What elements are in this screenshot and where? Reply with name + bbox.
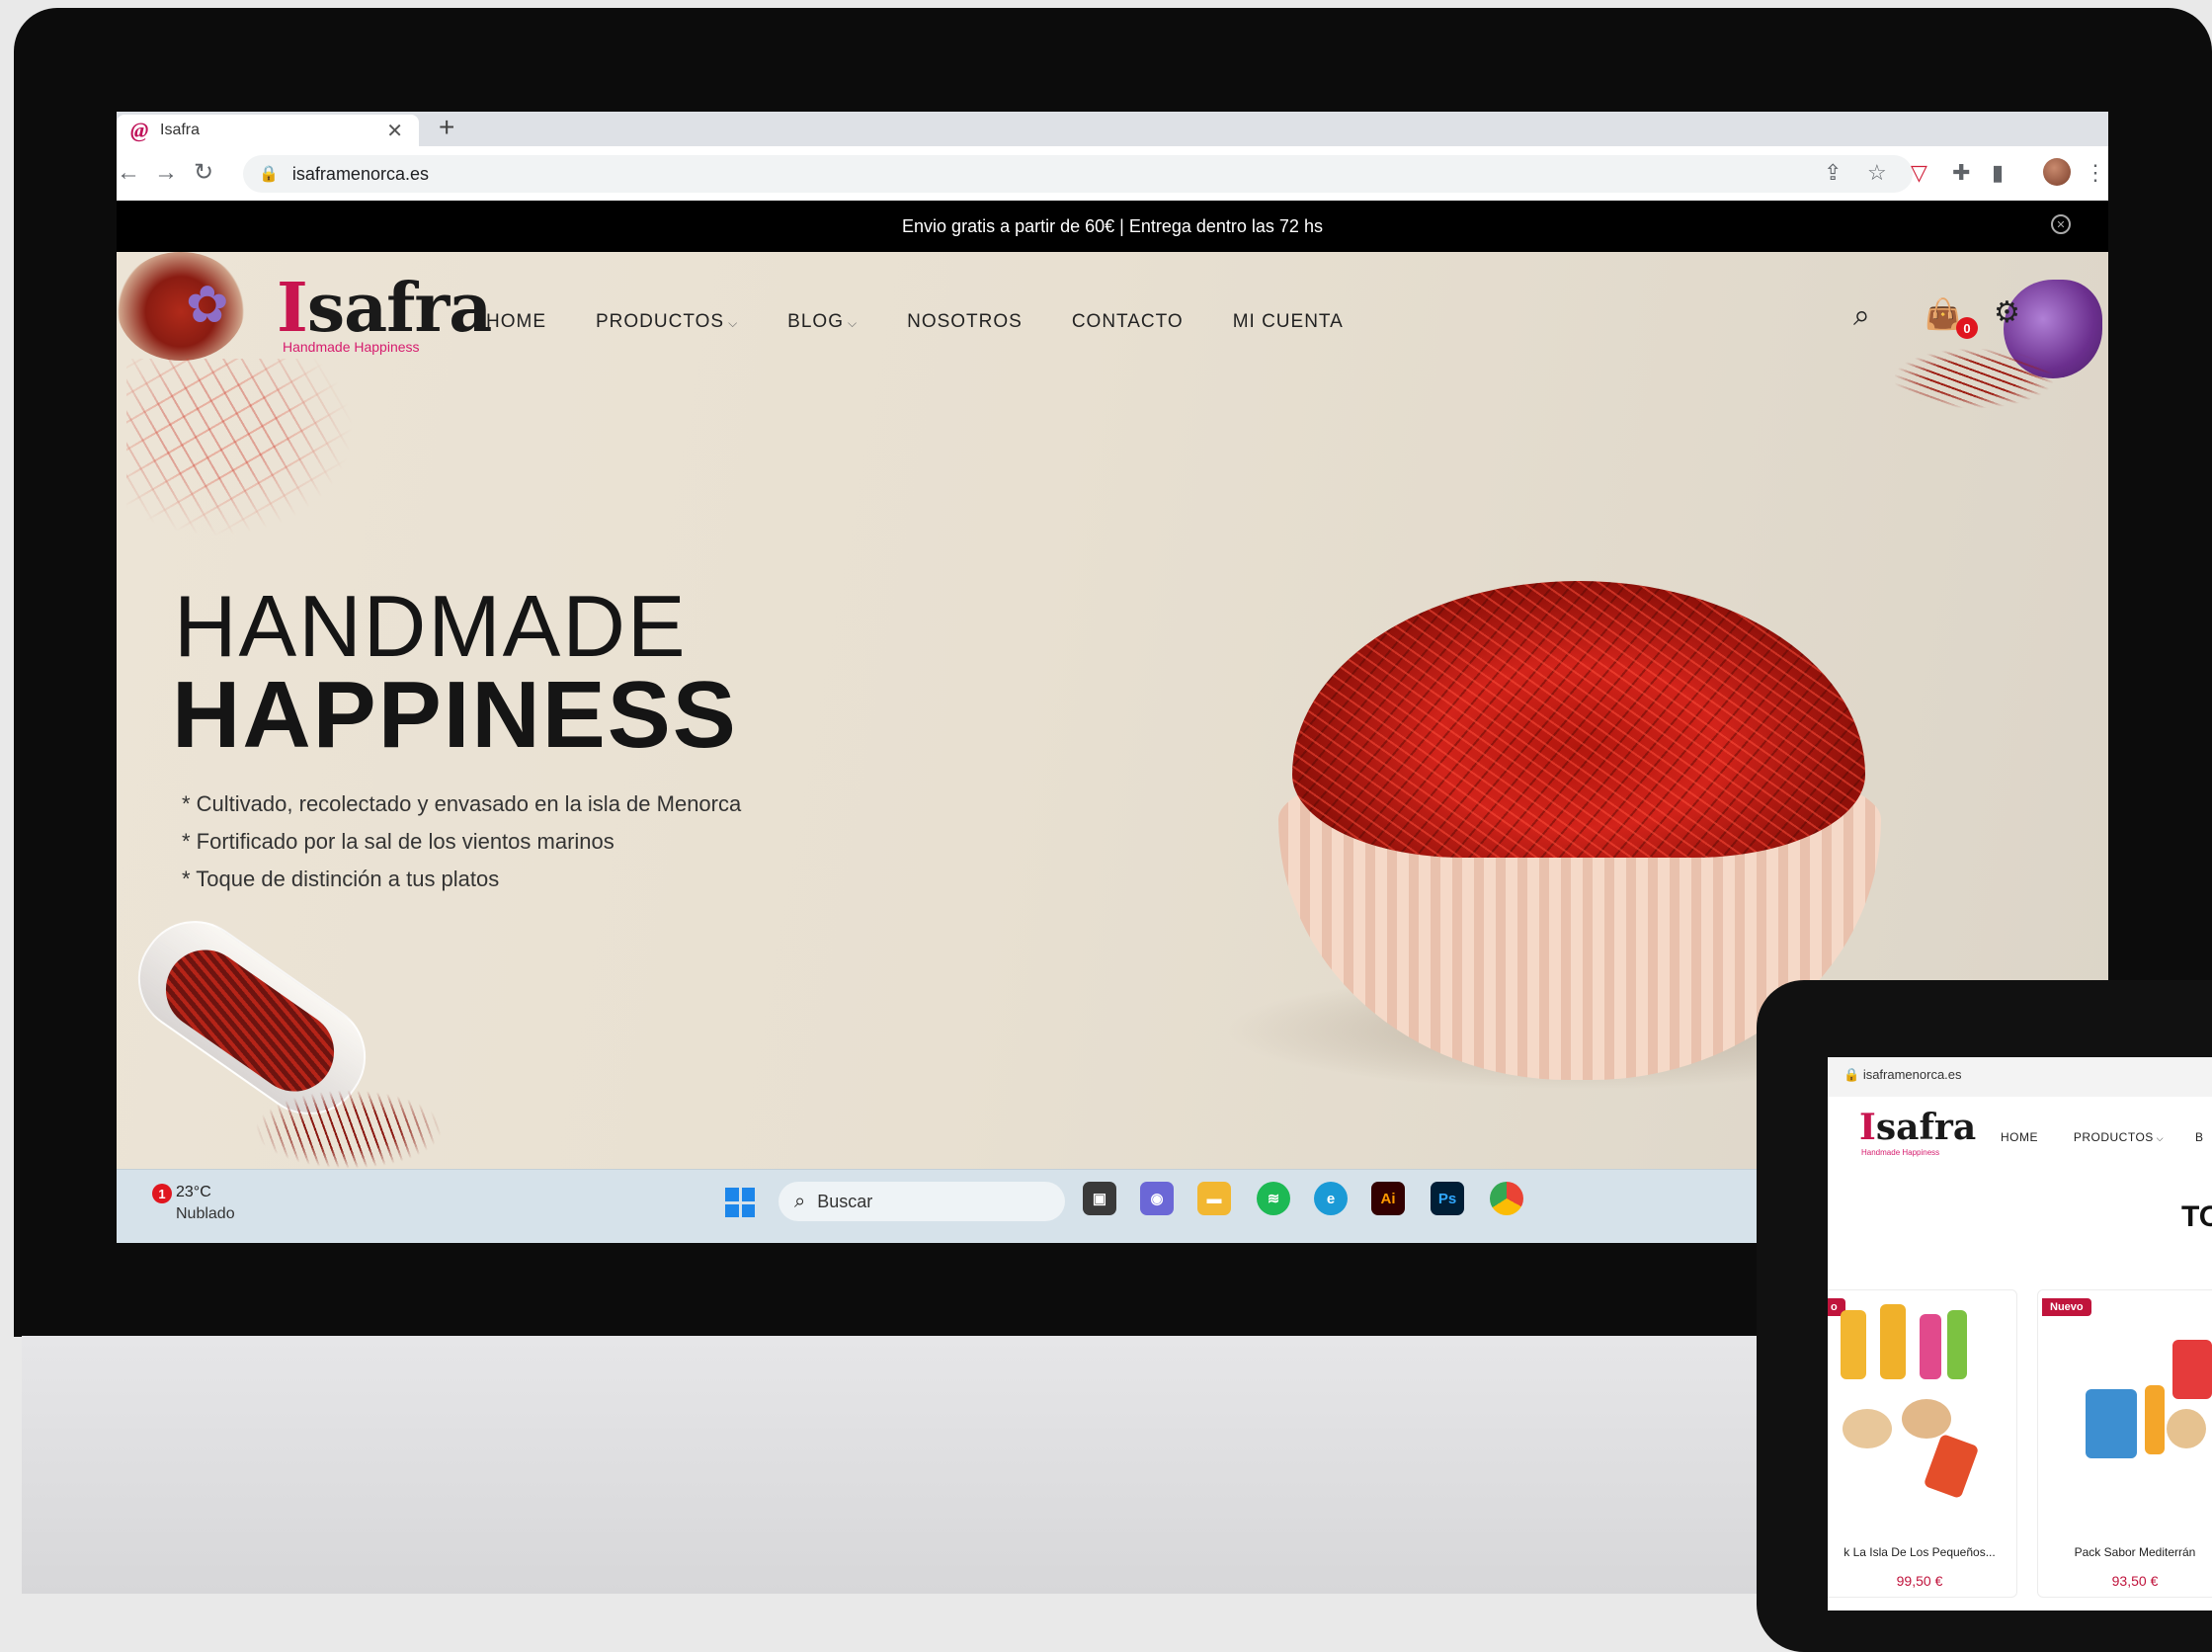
profile-avatar[interactable] — [2043, 158, 2071, 186]
tablet-menu-item-home[interactable]: HOME — [2001, 1130, 2038, 1144]
product-price: 93,50 € — [2111, 1573, 2159, 1589]
settings-gear-icon[interactable]: ⚙ — [1994, 295, 2020, 330]
spilled-saffron-image — [255, 1090, 443, 1169]
forward-icon[interactable]: → — [154, 158, 178, 188]
illustrator-icon[interactable]: Ai — [1371, 1182, 1405, 1215]
hero-bullet: * Cultivado, recolectado y envasado en l… — [182, 791, 742, 816]
chevron-down-icon: ⌵ — [847, 316, 859, 330]
hero-bullet: * Fortificado por la sal de los vientos … — [182, 829, 614, 854]
tab-title: Isafra — [160, 122, 201, 138]
product-image — [1920, 1314, 1941, 1379]
new-tab-icon[interactable]: + — [439, 112, 454, 143]
menu-item-nosotros[interactable]: NOSOTROS — [907, 311, 1023, 333]
browser-tab[interactable]: @ Isafra ✕ — [117, 115, 419, 146]
tablet-address-bar[interactable]: 🔒 isaframenorca.es — [1828, 1057, 2212, 1097]
spotify-icon[interactable]: ≋ — [1257, 1182, 1290, 1215]
search-icon[interactable]: ⌕ — [1853, 299, 1870, 333]
side-panel-icon[interactable]: ▮ — [1992, 159, 2004, 187]
close-tab-icon[interactable]: ✕ — [386, 119, 403, 143]
address-bar[interactable]: 🔒 isaframenorca.es — [243, 155, 1913, 193]
product-image — [1843, 1409, 1892, 1448]
product-card[interactable]: Nuevo Pack Sabor Mediterrán 93,50 € — [2037, 1289, 2212, 1598]
tablet-logo-tagline: Handmade Happiness — [1861, 1148, 1940, 1157]
address-url: isaframenorca.es — [291, 163, 429, 184]
announcement-text: Envio gratis a partir de 60€ | Entrega d… — [902, 215, 1323, 236]
saffron-mound-texture — [1292, 581, 1865, 858]
browser-toolbar: ← → ↻ 🔒 isaframenorca.es ⇪ ☆ ▽ ✚ ▮ ⋮ — [117, 146, 2108, 201]
browser-tab-strip: @ Isafra ✕ + — [117, 112, 2108, 146]
lock-icon: 🔒 — [259, 166, 279, 183]
lock-icon: 🔒 — [1843, 1067, 1863, 1082]
hero-bullet-list: * Cultivado, recolectado y envasado en l… — [182, 785, 741, 898]
tablet-menu-item-productos[interactable]: PRODUCTOS — [2074, 1130, 2154, 1144]
hero-title-line2: HAPPINESS — [172, 662, 738, 768]
product-image — [2172, 1340, 2212, 1399]
search-icon: ⌕ — [794, 1190, 806, 1212]
taskbar-search-label: Buscar — [817, 1191, 873, 1211]
tablet-menu: HOME PRODUCTOS ⌵ B — [2001, 1130, 2204, 1144]
product-name[interactable]: k La Isla De Los Pequeños... — [1828, 1545, 2016, 1559]
product-badge-new: Nuevo — [2042, 1298, 2091, 1316]
site-header: Isafra Handmade Happiness HOME PRODUCTOS… — [117, 252, 2108, 390]
file-explorer-icon[interactable]: ▬ — [1197, 1182, 1231, 1215]
tablet-menu-item-blog[interactable]: B — [2195, 1130, 2204, 1144]
product-card[interactable]: o k La Isla De Los Pequeños... 99,50 € — [1828, 1289, 2017, 1598]
product-price: 99,50 € — [1896, 1573, 1943, 1589]
site-logo[interactable]: Isafra Handmade Happiness — [277, 274, 492, 355]
product-image — [1880, 1304, 1906, 1379]
site-favicon-icon: @ — [130, 118, 149, 142]
taskbar-search[interactable]: ⌕ Buscar — [778, 1182, 1065, 1221]
bookmark-star-icon[interactable]: ☆ — [1867, 159, 1887, 187]
announcement-bar: Envio gratis a partir de 60€ | Entrega d… — [117, 201, 2108, 252]
tablet-site-logo[interactable]: Isafra — [1859, 1107, 1976, 1148]
main-menu: HOME PRODUCTOS ⌵ BLOG ⌵ NOSOTROS CONTACTO … — [486, 311, 1344, 333]
close-announcement-icon[interactable]: ✕ — [2051, 214, 2071, 234]
weather-temperature[interactable]: 23°C — [176, 1184, 211, 1201]
share-icon[interactable]: ⇪ — [1824, 159, 1842, 187]
product-image — [1841, 1310, 1866, 1379]
edge-icon[interactable]: e — [1314, 1182, 1348, 1215]
product-image — [1902, 1399, 1951, 1439]
product-image — [2167, 1409, 2206, 1448]
logo-initial: I — [277, 269, 308, 348]
chat-icon[interactable]: ◉ — [1140, 1182, 1174, 1215]
menu-item-home[interactable]: HOME — [486, 311, 546, 333]
photoshop-icon[interactable]: Ps — [1431, 1182, 1464, 1215]
tablet-section-heading: TO — [2181, 1200, 2212, 1233]
menu-item-contacto[interactable]: CONTACTO — [1072, 311, 1184, 333]
tablet-screen: 🔒 isaframenorca.es Isafra Handmade Happi… — [1828, 1057, 2212, 1611]
product-image — [1947, 1310, 1967, 1379]
product-image — [2086, 1389, 2137, 1458]
extensions-icon[interactable]: ✚ — [1952, 159, 1970, 187]
cart-count-badge: 0 — [1956, 317, 1978, 339]
tablet-site-header: Isafra Handmade Happiness HOME PRODUCTOS… — [1828, 1097, 2212, 1176]
reload-icon[interactable]: ↻ — [194, 158, 213, 188]
windows-start-icon[interactable] — [725, 1188, 755, 1217]
menu-item-mi-cuenta[interactable]: MI CUENTA — [1233, 311, 1344, 333]
chrome-icon[interactable] — [1490, 1182, 1523, 1215]
tablet-url: isaframenorca.es — [1862, 1067, 1962, 1082]
weather-notification-badge: 1 — [152, 1184, 172, 1203]
task-view-icon[interactable]: ▣ — [1083, 1182, 1116, 1215]
menu-item-blog[interactable]: BLOG ⌵ — [787, 311, 858, 333]
product-image — [2145, 1385, 2165, 1454]
product-name[interactable]: Pack Sabor Mediterrán — [2038, 1545, 2212, 1559]
browser-menu-icon[interactable]: ⋮ — [2085, 159, 2106, 187]
weather-description[interactable]: Nublado — [176, 1205, 235, 1223]
chevron-down-icon: ⌵ — [728, 316, 739, 330]
hero-bullet: * Toque de distinción a tus platos — [182, 867, 500, 891]
product-image — [1923, 1433, 1980, 1500]
menu-item-productos[interactable]: PRODUCTOS ⌵ — [596, 311, 738, 333]
pocket-extension-icon[interactable]: ▽ — [1911, 159, 1927, 187]
back-icon[interactable]: ← — [117, 158, 140, 188]
logo-wordmark: safra — [306, 269, 492, 348]
